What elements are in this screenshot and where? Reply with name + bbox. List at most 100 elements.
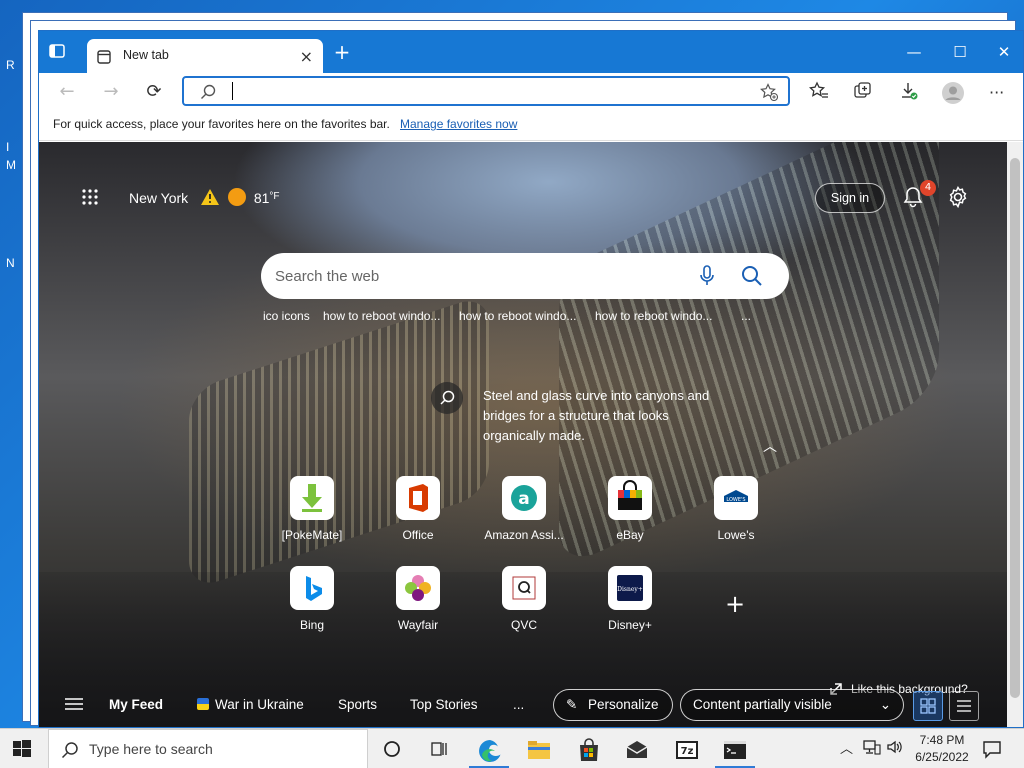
quick-link-office[interactable]: Office	[368, 476, 468, 556]
ukraine-flag-icon	[197, 698, 209, 710]
windows-start-icon[interactable]	[12, 739, 32, 763]
file-explorer-icon[interactable]	[526, 737, 552, 763]
add-quick-link-button[interactable]: +	[725, 590, 745, 618]
desktop-icon-label[interactable]: N	[6, 256, 15, 270]
favorites-icon[interactable]	[808, 81, 833, 105]
title-bar[interactable]: New tab × + — ☐ ✕	[39, 31, 1023, 73]
search-submit-icon[interactable]	[741, 265, 763, 291]
microsoft-store-icon[interactable]	[576, 737, 602, 763]
mail-icon[interactable]	[624, 737, 650, 763]
quick-link-amazon-assistant[interactable]: a Amazon Assi...	[474, 476, 574, 556]
action-center-icon[interactable]	[982, 739, 1002, 763]
tab-actions-icon[interactable]	[49, 43, 69, 63]
tab-title: New tab	[123, 48, 169, 62]
grid-view-button[interactable]	[913, 691, 943, 721]
background-caption: Steel and glass curve into canyons and b…	[483, 388, 710, 443]
tab-close-icon[interactable]: ×	[300, 47, 313, 66]
quick-link-label: Disney+	[608, 618, 652, 632]
trending-search-link[interactable]: ico icons	[263, 309, 310, 323]
clock[interactable]: 7:48 PM 6/25/2022	[912, 732, 972, 766]
hamburger-menu-icon[interactable]	[65, 696, 83, 715]
pencil-icon: ✎	[566, 697, 578, 712]
show-hidden-icons-icon[interactable]: ︿	[840, 738, 853, 757]
collections-icon[interactable]	[853, 81, 877, 105]
cortana-icon[interactable]	[381, 738, 407, 764]
page-scrollbar[interactable]	[1007, 142, 1023, 727]
7zip-icon[interactable]: 7z	[674, 737, 700, 763]
more-options-icon[interactable]: ···	[989, 81, 1013, 105]
list-view-button[interactable]	[949, 691, 979, 721]
personalize-button[interactable]: ✎ Personalize	[553, 689, 673, 721]
qvc-logo-icon	[502, 566, 546, 610]
trending-more-button[interactable]: ...	[741, 309, 751, 323]
tab-new-tab[interactable]: New tab ×	[87, 39, 323, 73]
image-search-button[interactable]	[431, 382, 463, 414]
quick-link-bing[interactable]: Bing	[262, 566, 362, 646]
desktop-icon-label[interactable]: R	[6, 58, 15, 72]
notification-count-badge: 4	[920, 180, 936, 196]
web-search-box[interactable]	[261, 253, 789, 299]
bing-logo-icon	[290, 566, 334, 610]
quick-link-label: Amazon Assi...	[484, 528, 564, 542]
profile-avatar[interactable]	[941, 81, 965, 105]
minimize-button[interactable]: —	[891, 39, 937, 65]
lowes-logo-text: LOWE'S	[726, 497, 745, 503]
refresh-button[interactable]: ⟳	[140, 79, 168, 105]
desktop-icon-label[interactable]: I	[6, 140, 9, 154]
tab-my-feed[interactable]: My Feed	[109, 697, 163, 712]
tab-war-in-ukraine[interactable]: War in Ukraine	[197, 697, 304, 712]
manage-favorites-link[interactable]: Manage favorites now	[400, 117, 517, 131]
scrollbar-thumb[interactable]	[1010, 158, 1020, 698]
personalize-label: Personalize	[588, 697, 659, 712]
content-visibility-dropdown[interactable]: Content partially visible ⌄	[680, 689, 904, 721]
network-icon[interactable]	[863, 739, 881, 759]
settings-gear-icon[interactable]	[947, 185, 969, 212]
address-input[interactable]	[230, 81, 730, 101]
download-arrow-icon	[290, 476, 334, 520]
quick-link-disney-plus[interactable]: Disney+ Disney+	[580, 566, 680, 646]
chevron-up-icon[interactable]: ︿	[763, 436, 777, 456]
weather-city: New York	[129, 190, 189, 206]
trending-search-link[interactable]: how to reboot windo...	[595, 309, 712, 323]
search-icon	[61, 741, 79, 763]
trending-search-link[interactable]: how to reboot windo...	[459, 309, 576, 323]
quick-link-pokemate[interactable]: [PokeMate]	[262, 476, 362, 556]
taskbar-search-box[interactable]: Type here to search	[48, 729, 368, 768]
trending-search-link[interactable]: how to reboot windo...	[323, 309, 440, 323]
content-visibility-label: Content partially visible	[693, 697, 832, 712]
microphone-icon[interactable]	[698, 265, 716, 291]
new-tab-page: New York 81°F Sign in 4 ico icons how to…	[39, 142, 1009, 727]
desktop-icon-label[interactable]: M	[6, 158, 16, 172]
web-search-input[interactable]	[275, 265, 675, 287]
quick-link-ebay[interactable]: eBay	[580, 476, 680, 556]
add-favorite-icon[interactable]	[760, 83, 779, 105]
command-prompt-icon[interactable]	[722, 737, 748, 763]
svg-text:a: a	[518, 489, 529, 509]
volume-icon[interactable]	[886, 739, 904, 759]
disney-plus-logo-text: Disney+	[617, 586, 643, 593]
weather-widget[interactable]: New York 81°F	[129, 188, 280, 209]
sign-in-button[interactable]: Sign in	[815, 183, 885, 213]
amazon-assistant-icon: a	[502, 476, 546, 520]
favorites-bar-message: For quick access, place your favorites h…	[53, 117, 390, 131]
forward-button[interactable]: →	[97, 79, 125, 105]
quick-link-wayfair[interactable]: Wayfair	[368, 566, 468, 646]
back-button[interactable]: ←	[53, 79, 81, 105]
address-bar[interactable]	[182, 76, 790, 106]
disney-plus-logo-icon: Disney+	[608, 566, 652, 610]
quick-link-label: [PokeMate]	[281, 528, 343, 542]
task-view-icon[interactable]	[428, 738, 454, 764]
edge-browser-icon[interactable]	[476, 737, 502, 763]
taskbar-search-placeholder: Type here to search	[89, 741, 213, 757]
quick-link-lowes[interactable]: LOWE'S Lowe's	[686, 476, 786, 556]
quick-link-qvc[interactable]: QVC	[474, 566, 574, 646]
tab-sports[interactable]: Sports	[338, 697, 377, 712]
downloads-icon[interactable]	[899, 81, 923, 105]
feed-more-button[interactable]: ...	[513, 697, 524, 712]
maximize-button[interactable]: ☐	[937, 39, 983, 65]
new-tab-button[interactable]: +	[331, 42, 353, 64]
quick-link-label: Bing	[299, 618, 325, 632]
apps-launcher-icon[interactable]	[81, 188, 101, 208]
close-window-button[interactable]: ✕	[981, 39, 1023, 65]
tab-top-stories[interactable]: Top Stories	[410, 697, 478, 712]
